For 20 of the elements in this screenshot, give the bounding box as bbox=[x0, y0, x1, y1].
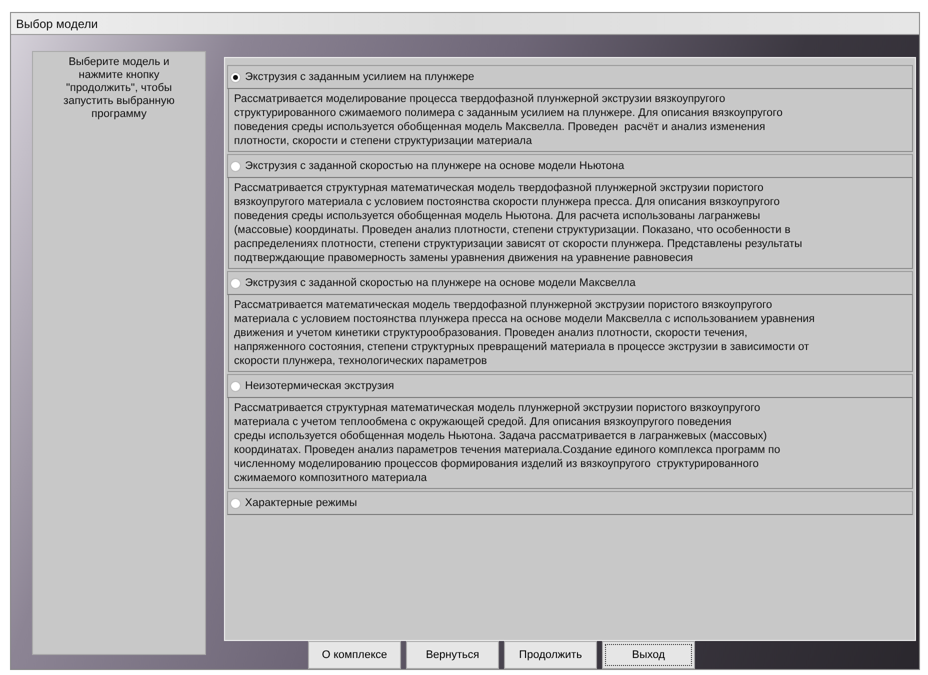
model-description: Рассматривается структурная математическая модель плунжерной экструзии пористого вязкоупругого материала с учетом теплообмена с окружающей средой. Для описания вязкоупругого поведения среды используется обобщенная модель Ньютона. Задача рассматривается в лагранжевых (массовых) координатах. Проведен анализ параметров течения материала.Создание единого комплекса программ по численному моделированию процессов формирования изделий из вязкоупругого структурированного сжимаемого композитного материала bbox=[228, 398, 913, 489]
radio-button[interactable] bbox=[230, 72, 241, 82]
radio-option[interactable]: Экструзия с заданной скоростью на плунжере на основе модели Ньютона bbox=[227, 154, 913, 178]
dialog-button[interactable]: Выход bbox=[602, 641, 695, 669]
radio-option[interactable]: Экструзия с заданным усилием на плунжере bbox=[227, 65, 913, 89]
radio-option[interactable]: Характерные режимы bbox=[227, 491, 913, 515]
radio-button[interactable] bbox=[230, 278, 241, 288]
radio-option[interactable]: Неизотермическая экструзия bbox=[227, 374, 913, 398]
window-title: Выбор модели bbox=[16, 16, 98, 30]
model-description: Рассматривается моделирование процесса твердофазной плунжерной экструзии вязкоупругого структурированного сжимаемого полимера с заданным усилием на плунжере. Для описания вязкоупругого поведения среды используется обобщенная модель Максвелла. Проведен расчёт и анализ изменения плотности, скорости и степени структуризации материала bbox=[228, 89, 913, 152]
dialog-button[interactable]: О комплексе bbox=[308, 641, 401, 669]
model-description: Рассматривается математическая модель твердофазной плунжерной экструзии пористого вязкоупругого материала с условием постоянства плунжера пресса на основе модели Максвелла с использованием уравнения движения и учетом кинетики структурообразования. Проведен анализ плотности, скорости течения, напряженного состояния, степени структурных превращений материала в процессе экструзии в зависимости от скорости плунжера, технологических параметров bbox=[228, 295, 913, 372]
radio-button[interactable] bbox=[230, 498, 241, 508]
dialog-button[interactable]: Продолжить bbox=[504, 641, 597, 669]
hint-text: Выберите модель и нажмите кнопку "продолжить", чтобы запустить выбранную программу bbox=[63, 56, 175, 120]
radio-option[interactable]: Экструзия с заданной скоростью на плунжере на основе модели Максвелла bbox=[227, 271, 913, 295]
radio-button[interactable] bbox=[230, 160, 241, 172]
model-description: Рассматривается структурная математическая модель твердофазной плунжерной экструзии пористого вязкоупругого материала с условием постоянства скорости плунжера пресса. Для описания вязкоупругого поведения среды используется обобщенная модель Ньютона. Для расчета использованы лагранжевы (массовые) координаты. Проведен анализ плотности, степени структуризации. Показано, что особенности в распределениях плотности, степени структуризации зависят от скорости плунжера. Представлены результаты подтверждающие правомерность замены уравнения движения на уравнение равновесия bbox=[228, 178, 913, 269]
dialog-button[interactable]: Вернуться bbox=[406, 641, 499, 669]
radio-button[interactable] bbox=[230, 380, 241, 392]
